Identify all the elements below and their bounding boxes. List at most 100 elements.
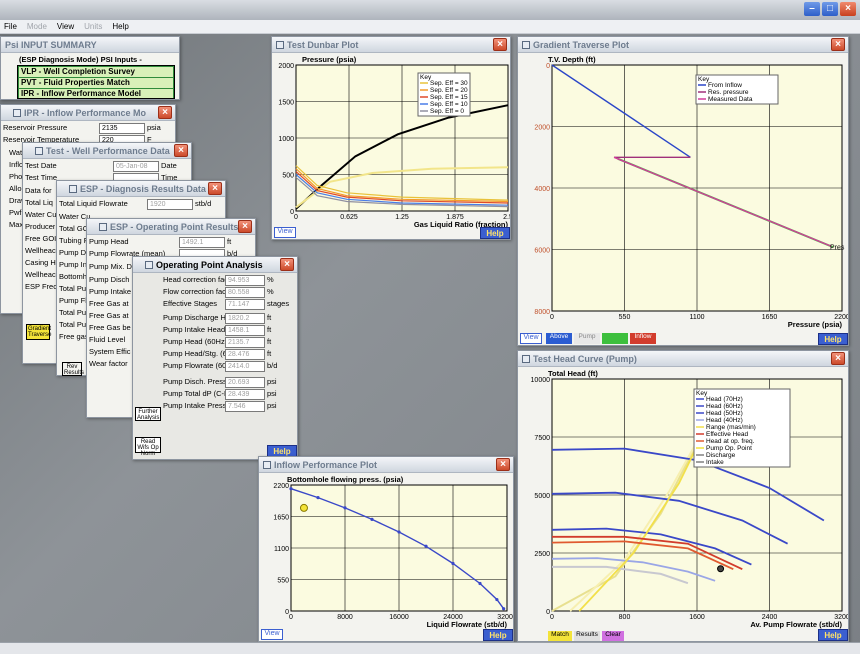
- dr-side-label: Pump Fl: [59, 296, 87, 305]
- view-button[interactable]: View: [520, 333, 542, 344]
- menu-file[interactable]: File: [4, 22, 17, 31]
- op-label: Pump Mix. D: [89, 262, 132, 271]
- test-date-field[interactable]: 05-Jan-08: [113, 161, 159, 172]
- window-icon: [35, 146, 43, 155]
- tab-match[interactable]: Match: [548, 631, 572, 641]
- close-icon[interactable]: ×: [831, 352, 845, 365]
- legend-entry: Discharge: [706, 452, 736, 459]
- y-tick-label: 10000: [531, 377, 551, 384]
- operating-point-analysis-window: Operating Point Analysis × Head correctio…: [132, 256, 298, 460]
- tab-inflow[interactable]: Inflow: [630, 333, 656, 344]
- close-icon[interactable]: ×: [493, 38, 507, 51]
- restore-icon[interactable]: □: [822, 2, 838, 16]
- rev-results-button[interactable]: Rev Results: [62, 362, 84, 376]
- x-tick-label: 0: [550, 614, 554, 621]
- close-icon[interactable]: ×: [840, 2, 856, 16]
- opa-title: Operating Point Analysis: [156, 259, 263, 270]
- wpd-side-label: ESP Frec: [25, 282, 57, 291]
- opa-value-field[interactable]: 2414.0: [225, 361, 265, 372]
- summary-mode-line: (ESP Diagnosis Mode) PSI Inputs -: [19, 55, 142, 64]
- x-axis-label: Pressure (psia): [788, 320, 843, 329]
- gradient-traverse-button[interactable]: Gradient Traverse: [26, 324, 51, 340]
- tab-pump[interactable]: Pump: [574, 333, 600, 344]
- pump-head-field[interactable]: 1492.1: [179, 237, 225, 248]
- summary-vlp-row[interactable]: VLP - Well Completion Survey: [19, 67, 173, 77]
- view-button[interactable]: View: [261, 629, 283, 640]
- read-wifs-button[interactable]: Read Wifs Op Norm: [135, 437, 161, 457]
- further-analysis-button[interactable]: Further Analysis: [135, 407, 161, 421]
- help-button[interactable]: Help: [480, 227, 510, 239]
- close-icon[interactable]: ×: [831, 38, 845, 51]
- window-icon: [522, 40, 530, 49]
- data-point: [343, 506, 347, 510]
- summary-pvt-row[interactable]: PVT - Fluid Properties Match: [19, 78, 173, 88]
- close-icon[interactable]: ×: [208, 182, 222, 195]
- legend-entry: Sep. Eff = 10: [430, 101, 468, 108]
- opa-value-field[interactable]: 1820.2: [225, 313, 265, 324]
- minimize-icon[interactable]: –: [804, 2, 820, 16]
- help-button[interactable]: Help: [818, 333, 848, 345]
- opa-value-field[interactable]: 28.476: [225, 349, 265, 360]
- y-tick-label: 0: [546, 63, 550, 70]
- opa-value-field[interactable]: 28.439: [225, 389, 265, 400]
- y-tick-label: 550: [277, 578, 289, 585]
- op-side-label: Free Gas at: [89, 311, 129, 320]
- close-icon[interactable]: ×: [280, 258, 294, 271]
- wpd-side-label: Wellheac: [25, 270, 56, 279]
- tab-clear[interactable]: Clear: [602, 631, 624, 641]
- opa-value-field[interactable]: 7.546: [225, 401, 265, 412]
- opa-value-field[interactable]: 2135.7: [225, 337, 265, 348]
- head-curve-chart: 0 800 1600 2400 3200025005000750010000Av. Pu…: [531, 377, 848, 629]
- close-icon[interactable]: ×: [496, 458, 510, 471]
- data-point: [370, 517, 374, 521]
- opa-label: Pump Intake Head: [163, 325, 226, 334]
- menu-view[interactable]: View: [57, 22, 74, 31]
- menu-help[interactable]: Help: [112, 22, 128, 31]
- inflow-chart: 080001600024000320000550110016502200Liqu…: [273, 483, 513, 629]
- close-icon[interactable]: ×: [174, 144, 188, 157]
- window-icon: [263, 460, 271, 469]
- opa-unit: b/d: [267, 361, 278, 370]
- tab-green[interactable]: [602, 333, 628, 344]
- input-summary-window: Psi INPUT SUMMARY (ESP Diagnosis Mode) P…: [0, 36, 180, 100]
- opa-unit: ft: [267, 313, 272, 322]
- legend-entry: Head (50Hz): [706, 410, 743, 417]
- close-icon[interactable]: ×: [238, 220, 252, 233]
- gradient-traverse-window: Gradient Traverse Plot × T.V. Depth (ft) …: [517, 36, 849, 346]
- tab-above[interactable]: Above: [546, 333, 572, 344]
- opa-value-field[interactable]: 20.693: [225, 377, 265, 388]
- opa-value-field[interactable]: 71.147: [225, 299, 265, 310]
- op-point-marker: [717, 565, 725, 573]
- menu-bar: File Mode View Units Help: [0, 20, 860, 34]
- legend-entry: Sep. Eff = 20: [430, 87, 468, 94]
- help-button[interactable]: Help: [483, 629, 513, 641]
- data-point: [289, 487, 293, 491]
- y-tick-label: 7500: [534, 435, 550, 442]
- op-label: Pump Head: [89, 237, 129, 246]
- ipr-side-label: Allo: [9, 184, 22, 193]
- legend-entry: Range (mas/min): [706, 424, 756, 431]
- x-tick-label: 16000: [389, 614, 409, 621]
- tab-results[interactable]: Results: [574, 631, 600, 641]
- opa-value-field[interactable]: 1458.1: [225, 325, 265, 336]
- op-point-marker: [299, 503, 308, 512]
- menu-units[interactable]: Units: [84, 22, 102, 31]
- wpd-side-label: Data for: [25, 186, 52, 195]
- dr-title: ESP - Diagnosis Results Data: [80, 183, 206, 194]
- menu-mode[interactable]: Mode: [27, 22, 47, 31]
- legend-entry: Pump Op. Point: [706, 445, 752, 452]
- view-button[interactable]: View: [274, 227, 296, 238]
- opa-value-field[interactable]: 94.953: [225, 275, 265, 286]
- reservoir-pressure-field[interactable]: 2135: [99, 123, 145, 134]
- opa-unit: %: [267, 275, 274, 284]
- opa-unit: %: [267, 287, 274, 296]
- close-icon[interactable]: ×: [158, 106, 172, 119]
- opa-value-field[interactable]: 80.558: [225, 287, 265, 298]
- total-liquid-flowrate-field[interactable]: 1920: [147, 199, 193, 210]
- wpd-side-label: Total Liq: [25, 198, 53, 207]
- opa-label: Pump Total dP (C-M): [163, 389, 233, 398]
- help-button[interactable]: Help: [818, 629, 848, 641]
- y-tick-label: 0: [285, 609, 289, 616]
- summary-ipr-row[interactable]: IPR - Inflow Performance Model: [19, 89, 173, 98]
- dr-side-label: Bottomh: [59, 272, 87, 281]
